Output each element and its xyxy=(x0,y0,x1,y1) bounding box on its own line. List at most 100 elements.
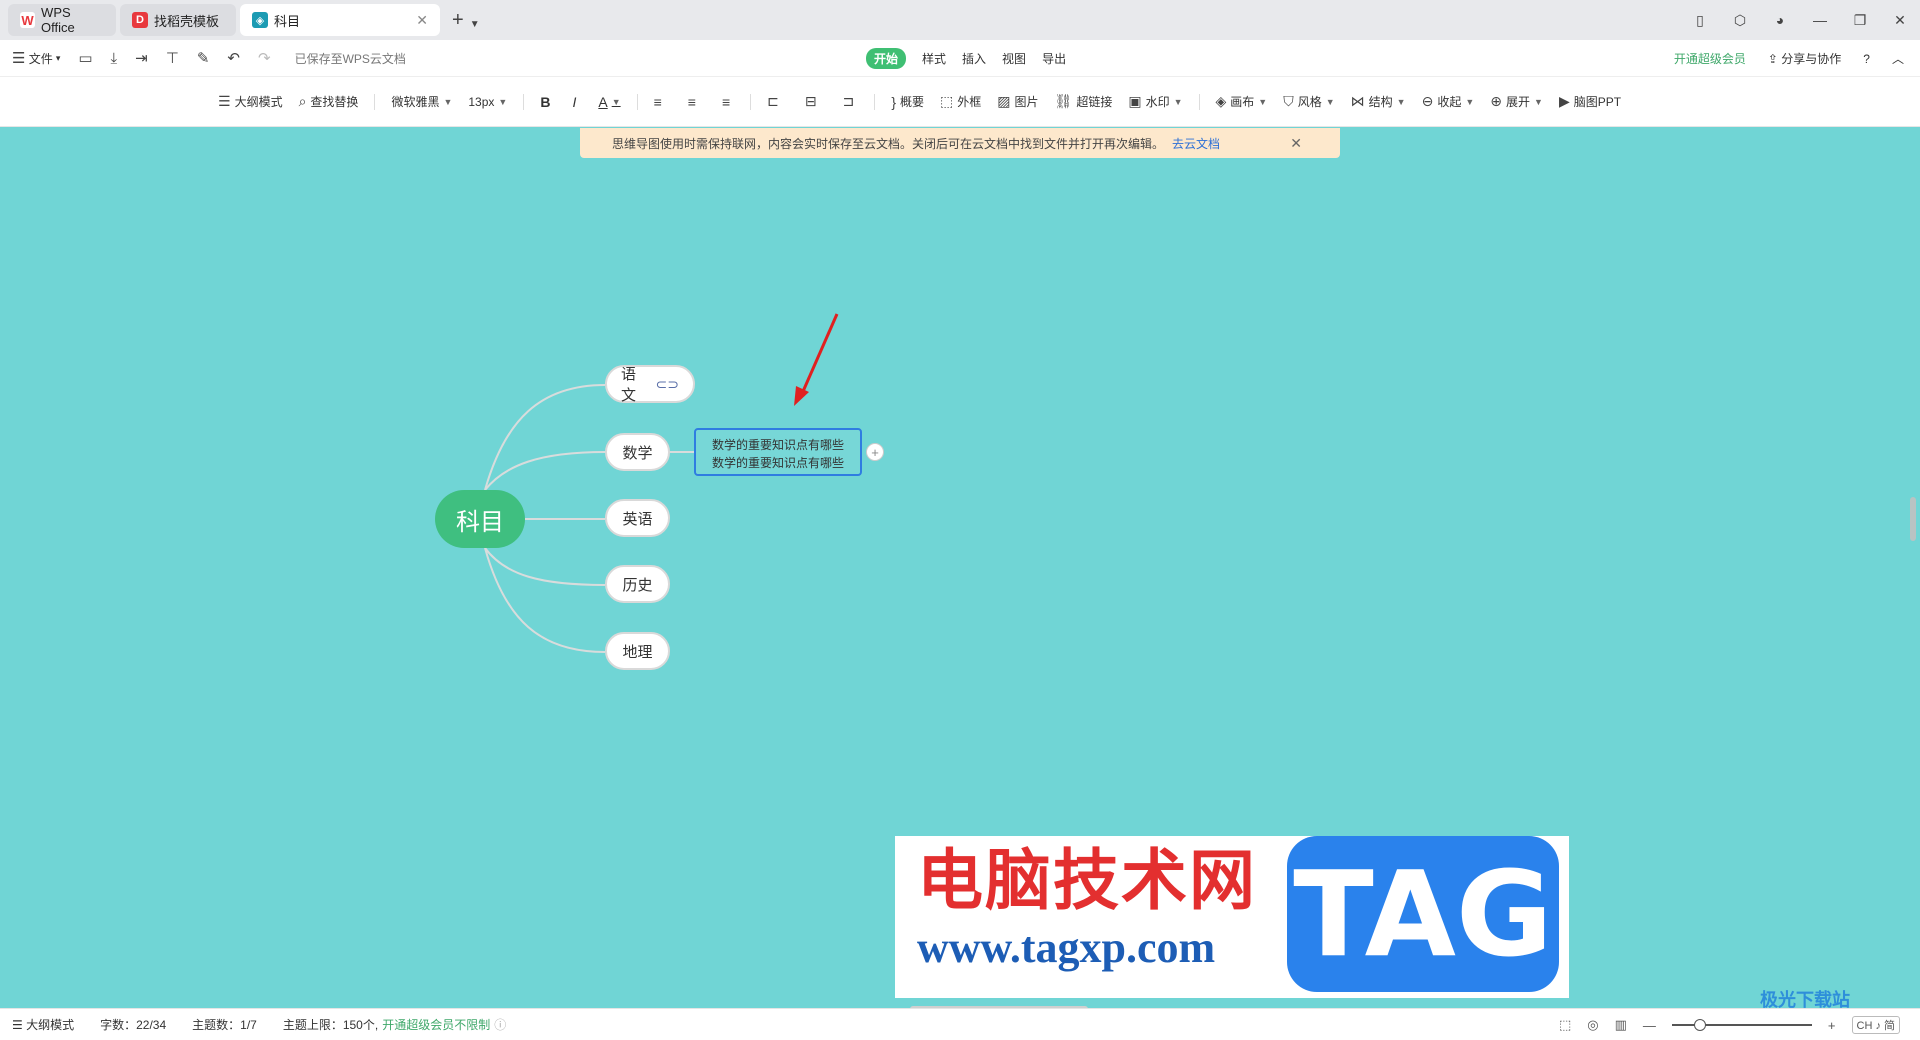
share-button[interactable]: ⇪ 分享与协作 xyxy=(1768,50,1841,67)
chevron-down-icon: ▼ xyxy=(1173,96,1183,107)
pen-icon[interactable]: ✎ xyxy=(197,49,210,67)
tab-bar: W WPS Office D 找稻壳模板 ◈ 科目 ✕ + ▼ ▯ ⬡ ◕ — … xyxy=(0,0,1920,40)
watermark-button[interactable]: ▣ 水印 ▼ xyxy=(1128,93,1182,110)
tab-wps-office[interactable]: W WPS Office xyxy=(8,4,116,36)
style-button[interactable]: ⛉ 风格 ▼ xyxy=(1283,93,1334,110)
plus-circle-icon: ⊕ xyxy=(1490,93,1502,109)
font-color-button[interactable]: A ▼ xyxy=(598,94,620,110)
help-circle-icon[interactable]: ⓘ xyxy=(494,1016,506,1033)
tab-label: 科目 xyxy=(274,13,301,29)
selected-note-topic[interactable]: 数学的重要知识点有哪些 数学的重要知识点有哪些 xyxy=(694,428,862,476)
mindmap-node-shuxue[interactable]: 数学 xyxy=(605,433,670,471)
help-button[interactable]: ? xyxy=(1863,52,1870,66)
tab-start[interactable]: 开始 xyxy=(866,48,907,69)
export-icon[interactable]: ⇥ xyxy=(135,49,148,67)
new-tab-button[interactable]: + xyxy=(452,9,464,32)
file-menu[interactable]: ☰ 文件 ▾ xyxy=(12,49,60,67)
close-icon[interactable]: ✕ xyxy=(1290,135,1302,152)
link-icon[interactable]: ⊂⊃ xyxy=(656,376,679,393)
status-outline-mode[interactable]: ☰ 大纲模式 xyxy=(12,1016,74,1033)
divider xyxy=(636,93,638,110)
add-subtopic-button[interactable]: + xyxy=(866,443,884,461)
vip-button[interactable]: 开通超级会员 xyxy=(1674,50,1746,67)
redo-icon[interactable]: ↷ xyxy=(258,49,271,67)
italic-button[interactable]: I xyxy=(572,94,576,110)
vertical-scrollbar[interactable] xyxy=(1910,497,1916,541)
frame-button[interactable]: ⬚ 外框 xyxy=(940,93,981,110)
mindmap-root-node[interactable]: 科目 xyxy=(435,490,525,548)
font-size-value: 13px xyxy=(468,94,495,109)
tab-docer-templates[interactable]: D 找稻壳模板 xyxy=(120,4,236,36)
save-icon[interactable]: ▭ xyxy=(78,49,92,67)
cloud-notice-banner: 思维导图使用时需保持联网，内容会实时保存至云文档。关闭后可在云文档中找到文件并打… xyxy=(580,128,1340,158)
font-family-select[interactable]: 微软雅黑 ▼ xyxy=(391,93,452,110)
tab-mindmap-subjects[interactable]: ◈ 科目 ✕ xyxy=(240,4,440,36)
insert-child-topic-button[interactable]: ⊏ xyxy=(767,93,783,110)
italic-label: I xyxy=(572,93,577,110)
vip-unlimited-link[interactable]: 开通超级会员不限制 xyxy=(382,1016,490,1033)
summary-button[interactable]: } 概要 xyxy=(891,93,924,110)
structure-button[interactable]: ⋈ 结构 ▼ xyxy=(1351,93,1406,110)
download-icon[interactable]: ⤓ xyxy=(111,50,118,67)
layout-icon[interactable]: ▯ xyxy=(1680,12,1720,29)
align-left-button[interactable]: ≡ xyxy=(654,94,666,110)
link-icon: ⛓ xyxy=(1054,93,1073,109)
zoom-in-button[interactable]: + xyxy=(1828,1018,1836,1033)
tab-label: WPS Office xyxy=(41,5,75,35)
select-icon[interactable]: ⬚ xyxy=(1559,1017,1571,1033)
insert-parent-topic-button[interactable]: ⊐ xyxy=(843,93,859,110)
chevron-down-icon[interactable]: ▼ xyxy=(470,19,480,30)
paint-bucket-icon: ◈ xyxy=(1215,93,1227,109)
watermark-tag-badge: TAG xyxy=(1287,836,1559,992)
zoom-out-button[interactable]: — xyxy=(1643,1018,1656,1033)
canvas-label: 画布 xyxy=(1230,95,1255,109)
file-menu-label: 文件 xyxy=(28,51,53,66)
frame-label: 外框 xyxy=(957,95,982,109)
close-window-button[interactable]: ✕ xyxy=(1880,12,1920,29)
connector-dili xyxy=(484,547,606,653)
font-size-select[interactable]: 13px ▼ xyxy=(468,95,507,109)
locate-icon[interactable]: ◎ xyxy=(1587,1017,1598,1033)
zoom-slider[interactable] xyxy=(1671,1019,1812,1031)
tab-view[interactable]: 视图 xyxy=(1002,50,1026,67)
expand-button[interactable]: ⊕ 展开 ▼ xyxy=(1490,93,1543,110)
chevron-down-icon: ▼ xyxy=(1465,96,1475,107)
watermark-icon: ▣ xyxy=(1128,93,1142,109)
image-button[interactable]: ▨ 图片 xyxy=(997,93,1038,110)
tab-export[interactable]: 导出 xyxy=(1042,50,1066,67)
format-painter-icon[interactable]: ⊤ xyxy=(166,49,179,67)
go-cloud-docs-link[interactable]: 去云文档 xyxy=(1172,135,1220,152)
tab-insert[interactable]: 插入 xyxy=(962,50,986,67)
tab-style[interactable]: 样式 xyxy=(922,50,946,67)
mindmap-node-dili[interactable]: 地理 xyxy=(605,632,670,670)
hamburger-icon: ☰ xyxy=(12,50,26,67)
child-topic-icon: ⊏ xyxy=(767,93,779,109)
map-icon[interactable]: ▥ xyxy=(1615,1017,1627,1033)
insert-sibling-topic-button[interactable]: ⊟ xyxy=(805,93,821,110)
toolbar: ☰ 大纲模式 ⌕ 查找替换 微软雅黑 ▼ 13px ▼ B I A ▼ ≡ ≡ ≡ ⊏ ⊟… xyxy=(0,77,1920,127)
collapse-label: 收起 xyxy=(1437,95,1462,109)
bold-button[interactable]: B xyxy=(540,94,550,110)
undo-icon[interactable]: ↶ xyxy=(227,49,240,67)
minus-circle-icon: ⊖ xyxy=(1421,93,1434,109)
collapse-ribbon-icon[interactable]: ︿ xyxy=(1892,50,1904,67)
close-icon[interactable]: ✕ xyxy=(416,12,428,29)
hyperlink-button[interactable]: ⛓ 超链接 xyxy=(1055,93,1113,110)
outline-mode-button[interactable]: ☰ 大纲模式 xyxy=(218,93,283,110)
cube-icon[interactable]: ⬡ xyxy=(1720,12,1760,29)
canvas-button[interactable]: ◈ 画布 ▼ xyxy=(1216,93,1268,110)
avatar[interactable]: ◕ xyxy=(1760,12,1800,28)
structure-icon: ⋈ xyxy=(1350,93,1365,109)
mindmap-ppt-button[interactable]: ▶ 脑图PPT xyxy=(1559,93,1621,110)
collapse-button[interactable]: ⊖ 收起 ▼ xyxy=(1422,93,1475,110)
align-right-button[interactable]: ≡ xyxy=(722,94,734,110)
mindmap-node-yuwen[interactable]: 语文 ⊂⊃ xyxy=(605,365,695,404)
zoom-slider-handle[interactable] xyxy=(1693,1019,1706,1031)
mindmap-node-yingyu[interactable]: 英语 xyxy=(605,499,670,537)
mindmap-node-lishi[interactable]: 历史 xyxy=(605,565,670,603)
status-word-count: 字数：22/34 xyxy=(100,1018,167,1032)
align-center-button[interactable]: ≡ xyxy=(688,94,700,110)
minimize-button[interactable]: — xyxy=(1800,12,1840,28)
find-replace-button[interactable]: ⌕ 查找替换 xyxy=(299,93,359,110)
restore-button[interactable]: ❐ xyxy=(1840,12,1880,29)
